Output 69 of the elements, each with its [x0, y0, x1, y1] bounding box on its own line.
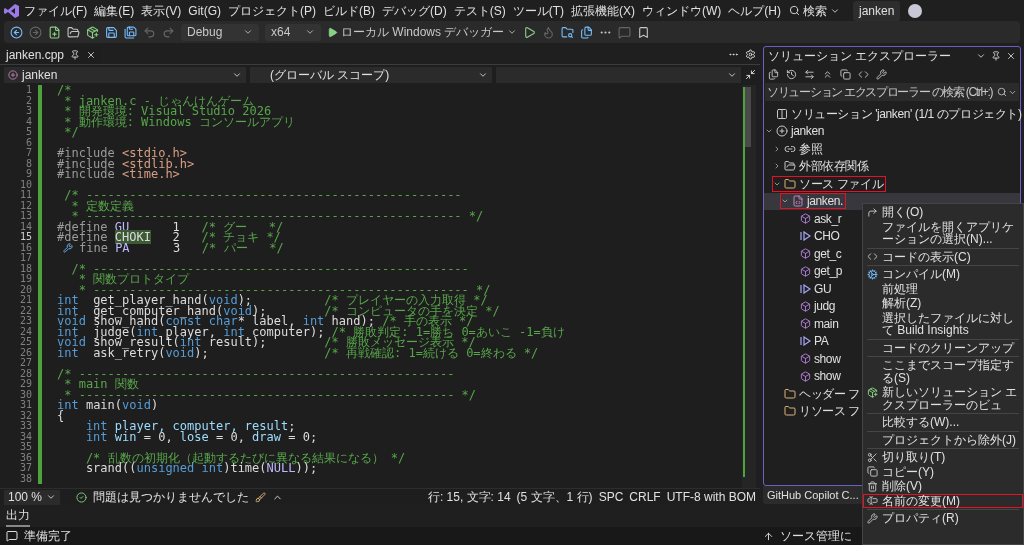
code-line: #include <time.h> — [57, 169, 180, 180]
code-line: #include <stdio.h> — [57, 148, 188, 159]
line-number: 25 — [18, 337, 33, 348]
line-number: 2 — [24, 95, 33, 106]
line-number: 8 — [24, 158, 33, 169]
window-title: janken — [853, 0, 901, 21]
selection-info: (5 文字、1 行) — [516, 489, 593, 506]
line-number: 16 — [18, 242, 33, 253]
code-line: int main(void) — [57, 400, 159, 411]
line-number: 37 — [18, 463, 33, 474]
line-number: 29 — [18, 379, 33, 390]
line-number: 26 — [18, 347, 33, 358]
line-number: 21 — [18, 295, 33, 306]
line-number: 23 — [18, 316, 33, 327]
line-number: 17 — [18, 253, 33, 264]
line-number: 7 — [24, 148, 33, 159]
line-number: 11 — [18, 190, 33, 201]
code-line: * ---------------------------------------------------- */ — [71, 211, 484, 222]
line-number: 22 — [18, 305, 33, 316]
line-number: 36 — [18, 452, 33, 463]
code-line: int ask_retry(void); /* 再戦確認: 1=続ける 0=終わる */ — [57, 347, 539, 358]
line-number: 34 — [18, 431, 33, 442]
line-number: 30 — [18, 389, 33, 400]
code-line: * ---------------------------------------------------- */ — [64, 389, 477, 400]
line-number: 12 — [18, 200, 33, 211]
code-line: srand((unsigned int)time(NULL)); — [84, 463, 318, 474]
line-number: 4 — [24, 116, 33, 127]
line-number: 31 — [18, 400, 33, 411]
line-number: 5 — [24, 127, 33, 138]
line-number: 9 — [24, 169, 33, 180]
code-line: int player, computer, result; — [84, 421, 296, 432]
code-line: * ---------------------------------------------------- */ — [78, 284, 491, 295]
line-number: 6 — [24, 137, 33, 148]
line-number: 27 — [18, 358, 33, 369]
code-line: * 関数プロトタイプ — [78, 274, 190, 285]
code-line: * 開発環境: Visual Studio 2026 — [63, 106, 272, 117]
code-line: * janken.c - じゃんけんゲーム — [64, 95, 255, 106]
code-line: */ — [63, 127, 79, 138]
code-line: * 動作環境: Windows コンソールアプリ — [63, 116, 295, 127]
code-line: { — [57, 410, 65, 421]
code-line: /* ---------------------------------------------------- — [70, 263, 469, 274]
line-number: 14 — [18, 221, 33, 232]
line-number: 18 — [18, 263, 33, 274]
line-number: 28 — [18, 368, 33, 379]
line-number: 32 — [18, 410, 33, 421]
line-number: 15 — [18, 232, 33, 243]
line-number: 33 — [18, 421, 33, 432]
code-line: void show_hand(const char* label, int hand); /* 手の表示 */ — [57, 316, 474, 327]
panel-title: ソリューション エクスプローラー — [768, 48, 953, 65]
status-message: 準備完了 — [24, 528, 72, 545]
line-number: 10 — [18, 179, 33, 190]
code-line: * 定数定義 — [71, 200, 134, 211]
code-line: fine PA 3 /* パー */ — [79, 242, 284, 253]
line-number: 19 — [18, 274, 33, 285]
line-number: 24 — [18, 326, 33, 337]
line-number: 13 — [18, 211, 33, 222]
code-line: /* ---------------------------------------------------- — [57, 368, 455, 379]
line-number: 1 — [24, 85, 33, 96]
code-line: #include <stdlib.h> — [57, 158, 195, 169]
line-number: 35 — [18, 442, 33, 453]
code-line: #define CHOKI 2 /* チョキ */ — [57, 232, 281, 243]
code-line: int judge(int player, int computer); /* 勝敗判定: 1=勝ち 0=あいこ -1=負け — [57, 326, 565, 337]
code-line: /* — [57, 85, 72, 96]
code-line: * main 関数 — [64, 379, 139, 390]
line-number: 3 — [24, 106, 33, 117]
code-line: int get_player_hand(void); /* プレイヤーの入力取得 */ — [57, 295, 488, 306]
code-line: /* ---------------------------------------------------- — [63, 190, 462, 201]
line-number: 38 — [18, 473, 33, 484]
line-number: 20 — [18, 284, 33, 295]
